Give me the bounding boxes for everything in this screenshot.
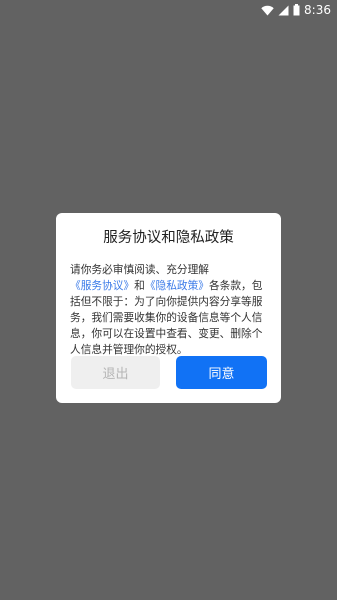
body-text-2: 和 [134, 279, 145, 292]
privacy-dialog: 服务协议和隐私政策 请你务必审慎阅读、充分理解《服务协议》和《隐私政策》各条款，… [56, 213, 281, 403]
status-time: 8:36 [304, 3, 331, 17]
agree-button[interactable]: 同意 [176, 356, 267, 389]
signal-icon [278, 5, 289, 15]
privacy-policy-link[interactable]: 《隐私政策》 [145, 279, 209, 292]
battery-icon [293, 4, 300, 16]
status-icons: 8:36 [261, 3, 331, 17]
status-bar: 8:36 [0, 0, 337, 20]
wifi-icon [261, 5, 274, 15]
dialog-title: 服务协议和隐私政策 [103, 230, 234, 246]
service-agreement-link[interactable]: 《服务协议》 [70, 279, 134, 292]
dialog-body: 请你务必审慎阅读、充分理解《服务协议》和《隐私政策》各条款，包括但不限于：为了向… [70, 262, 271, 358]
body-text-1: 请你务必审慎阅读、充分理解 [70, 263, 209, 276]
exit-button[interactable]: 退出 [71, 356, 160, 389]
